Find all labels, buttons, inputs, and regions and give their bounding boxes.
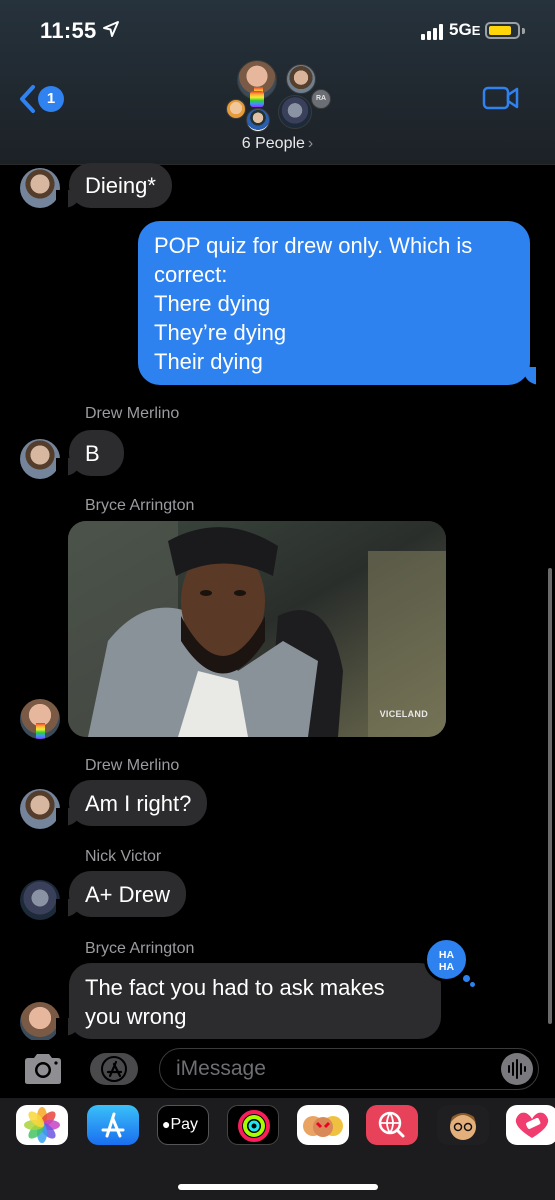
camera-icon[interactable] bbox=[22, 1052, 64, 1086]
group-name-button[interactable]: 6 People › bbox=[0, 135, 555, 153]
tapback-tail-small bbox=[470, 982, 475, 987]
message-input[interactable] bbox=[176, 1055, 476, 1083]
battery-cap bbox=[522, 28, 525, 34]
activity-icon[interactable] bbox=[227, 1105, 279, 1145]
gif-image bbox=[68, 521, 446, 737]
message-bubble[interactable]: Dieing* bbox=[69, 163, 172, 208]
app-store-icon bbox=[101, 1056, 127, 1082]
sender-avatar bbox=[20, 789, 60, 829]
sender-name: Bryce Arrington bbox=[85, 940, 195, 957]
video-camera-icon[interactable] bbox=[482, 86, 520, 110]
group-name: 6 People bbox=[241, 135, 305, 152]
home-indicator[interactable] bbox=[178, 1184, 378, 1190]
app-store-icon[interactable] bbox=[87, 1105, 139, 1145]
photos-app-icon[interactable] bbox=[16, 1105, 68, 1145]
gif-watermark: VICELAND bbox=[379, 709, 428, 719]
sender-avatar bbox=[20, 699, 60, 739]
back-button[interactable]: 1 bbox=[18, 82, 68, 116]
scrollbar[interactable] bbox=[548, 568, 552, 1024]
avatar-suit-man bbox=[246, 108, 270, 132]
sender-name: Drew Merlino bbox=[85, 405, 180, 422]
conversation-header: 11:55 5GE 1 RA 6 People › bbox=[0, 0, 555, 165]
avatar-initials: RA bbox=[311, 89, 331, 109]
gif-attachment[interactable]: VICELAND bbox=[68, 521, 446, 737]
network-type: 5GE bbox=[449, 20, 481, 39]
memoji-stickers-icon[interactable] bbox=[297, 1105, 349, 1145]
battery-icon bbox=[485, 22, 520, 39]
location-arrow-icon bbox=[103, 21, 119, 37]
status-time: 11:55 bbox=[40, 18, 97, 43]
apple-pay-icon[interactable]: ●Pay bbox=[157, 1105, 209, 1145]
unread-badge: 1 bbox=[38, 86, 64, 112]
avatar-rainbow-strip bbox=[250, 91, 264, 107]
sender-avatar bbox=[20, 168, 60, 208]
sender-avatar bbox=[20, 439, 60, 479]
web-search-icon[interactable] bbox=[366, 1105, 418, 1145]
tapback-tail bbox=[462, 974, 471, 983]
message-bubble-outgoing[interactable]: POP quiz for drew only. Which is correct… bbox=[138, 221, 530, 385]
sender-avatar bbox=[20, 1002, 60, 1042]
sender-name: Bryce Arrington bbox=[85, 497, 195, 514]
message-bubble[interactable]: The fact you had to ask makes you wrong bbox=[69, 963, 441, 1039]
back-chevron-icon bbox=[20, 85, 35, 113]
chevron-right-icon: › bbox=[307, 135, 314, 152]
cellular-signal-icon bbox=[421, 24, 445, 40]
audio-waveform-icon bbox=[508, 1059, 526, 1079]
message-bubble[interactable]: Am I right? bbox=[69, 780, 208, 826]
avatar-small-rainbow bbox=[226, 99, 246, 119]
sender-name: Drew Merlino bbox=[85, 757, 180, 774]
audio-message-button[interactable] bbox=[501, 1053, 533, 1085]
message-bubble[interactable]: B bbox=[69, 430, 124, 476]
avatar-glasses-man bbox=[286, 64, 316, 94]
avatar-nick-victor bbox=[278, 95, 312, 129]
message-bubble[interactable]: A+ Drew bbox=[69, 871, 186, 917]
memoji-icon[interactable] bbox=[437, 1105, 489, 1145]
app-store-button[interactable] bbox=[90, 1053, 138, 1085]
heart-app-icon[interactable] bbox=[506, 1105, 555, 1145]
compose-bar bbox=[0, 1040, 555, 1100]
sender-name: Nick Victor bbox=[85, 848, 162, 865]
sender-avatar bbox=[20, 880, 60, 920]
message-field[interactable] bbox=[159, 1048, 539, 1090]
